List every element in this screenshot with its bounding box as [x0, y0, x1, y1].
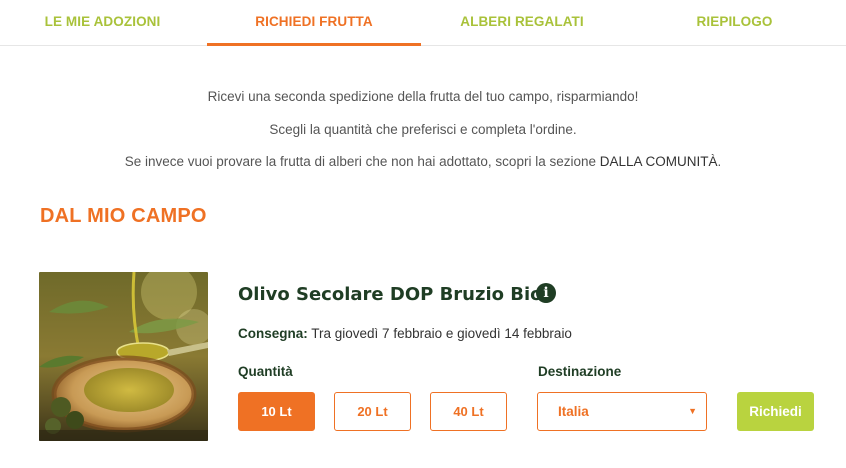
quantity-option-40-lt[interactable]: 40 Lt — [430, 392, 507, 431]
intro-line-3-end: . — [717, 154, 722, 169]
destination-selected-value: Italia — [558, 404, 589, 419]
intro-line-2: Scegli la quantità che preferisci e comp… — [269, 122, 577, 137]
destination-label: Destinazione — [538, 364, 622, 379]
delivery-dates: Tra giovedì 7 febbraio e giovedì 14 febb… — [307, 326, 572, 341]
tab-bar: LE MIE ADOZIONI RICHIEDI FRUTTA ALBERI R… — [0, 0, 846, 46]
quantity-option-20-lt[interactable]: 20 Lt — [334, 392, 411, 431]
quantity-option-10-lt[interactable]: 10 Lt — [238, 392, 315, 431]
destination-select[interactable]: Italia ▼ — [537, 392, 707, 431]
intro-line-3: Se invece vuoi provare la frutta di albe… — [0, 154, 846, 169]
tab-le-mie-adozioni[interactable]: LE MIE ADOZIONI — [0, 0, 205, 45]
section-title: DAL MIO CAMPO — [40, 205, 207, 227]
delivery-info: Consegna: Tra giovedì 7 febbraio e giove… — [238, 326, 572, 341]
intro-line-3-text: Se invece vuoi provare la frutta di albe… — [124, 154, 600, 169]
tab-alberi-regalati[interactable]: ALBERI REGALATI — [421, 0, 623, 45]
delivery-label: Consegna: — [238, 326, 308, 341]
product-name: Olivo Secolare DOP Bruzio Bio — [238, 284, 543, 305]
product-image — [39, 272, 208, 441]
quantity-label: Quantità — [238, 364, 293, 379]
info-circle-icon[interactable]: i — [536, 283, 556, 303]
chevron-down-icon: ▼ — [688, 406, 697, 416]
request-button[interactable]: Richiedi — [737, 392, 814, 431]
community-link[interactable]: DALLA COMUNITÀ — [600, 154, 718, 169]
intro-line-1: Ricevi una seconda spedizione della frut… — [207, 89, 639, 104]
tab-richiedi-frutta[interactable]: RICHIEDI FRUTTA — [207, 0, 421, 46]
tab-riepilogo[interactable]: RIEPILOGO — [623, 0, 846, 45]
